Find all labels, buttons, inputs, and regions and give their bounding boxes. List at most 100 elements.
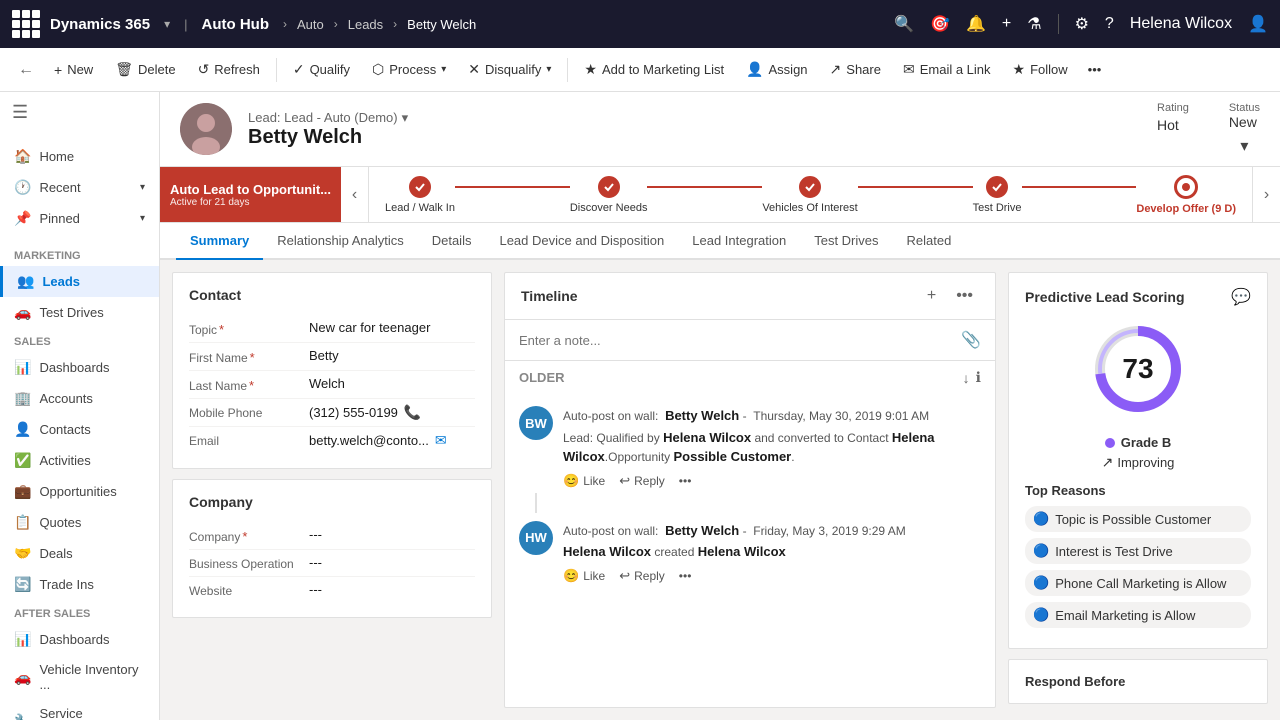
tab-lead-device[interactable]: Lead Device and Disposition — [485, 223, 678, 260]
sort-desc-button[interactable]: ↓ — [963, 369, 970, 386]
top-nav-icons: 🔍 🎯 🔔 + ⚗ ⚙ ? Helena Wilcox 👤 — [894, 14, 1268, 34]
add-to-marketing-list-button[interactable]: ★ Add to Marketing List — [574, 56, 734, 83]
user-avatar-icon[interactable]: 👤 — [1248, 14, 1268, 34]
tab-related[interactable]: Related — [893, 223, 966, 260]
sidebar-item-test-drives[interactable]: 🚗 Test Drives — [0, 297, 159, 328]
attach-icon[interactable]: 📎 — [961, 330, 981, 350]
help-icon[interactable]: ? — [1105, 15, 1114, 33]
biz-operation-value[interactable]: --- — [309, 555, 475, 570]
qualify-button[interactable]: ✓ Qualify — [283, 56, 360, 83]
advanced-find-icon[interactable]: ⚗ — [1027, 14, 1041, 34]
sidebar-item-dashboards-aftersales[interactable]: 📊 Dashboards — [0, 624, 159, 655]
process-step-2[interactable]: Discover Needs — [570, 176, 648, 214]
record-fields: Rating Hot Status New ▾ — [1157, 102, 1260, 156]
step-5-label: Develop Offer (9 D) — [1136, 203, 1236, 215]
more-commands-button[interactable]: ••• — [1080, 57, 1110, 82]
mobile-call-button[interactable]: 📞 — [404, 404, 421, 421]
new-button[interactable]: + New — [44, 57, 103, 83]
mobile-number[interactable]: (312) 555-0199 — [309, 405, 398, 420]
sidebar-item-vehicle-inventory[interactable]: 🚗 Vehicle Inventory ... — [0, 655, 159, 699]
user-profile[interactable]: Helena Wilcox — [1130, 15, 1232, 33]
timeline-add-button[interactable]: + — [921, 285, 942, 307]
website-value[interactable]: --- — [309, 582, 475, 597]
process-step-3[interactable]: Vehicles Of Interest — [762, 176, 857, 214]
lastname-value[interactable]: Welch — [309, 376, 475, 391]
new-record-icon[interactable]: + — [1002, 15, 1011, 33]
timeline-note-input[interactable] — [519, 333, 953, 348]
firstname-value[interactable]: Betty — [309, 348, 475, 363]
entry-2-author: Betty Welch — [665, 523, 739, 538]
follow-button[interactable]: ★ Follow — [1003, 56, 1078, 83]
process-prev-button[interactable]: ‹ — [341, 167, 369, 222]
entry-2-more-button[interactable]: ••• — [679, 569, 692, 583]
step-3-label: Vehicles Of Interest — [762, 202, 857, 214]
sidebar-quotes-label: Quotes — [39, 515, 81, 530]
rating-label: Rating — [1157, 102, 1189, 114]
sidebar-item-pinned[interactable]: 📌 Pinned ▾ — [0, 203, 159, 234]
delete-button[interactable]: 🗑 Delete — [105, 56, 185, 83]
tab-test-drives[interactable]: Test Drives — [800, 223, 892, 260]
sidebar-item-recent[interactable]: 🕐 Recent ▾ — [0, 172, 159, 203]
assign-button[interactable]: 👤 Assign — [736, 56, 817, 83]
entry-1-like-button[interactable]: 😊 Like — [563, 473, 605, 489]
process-step-4[interactable]: Test Drive — [973, 176, 1022, 214]
history-button[interactable]: ← — [10, 54, 42, 86]
entry-1-more-button[interactable]: ••• — [679, 474, 692, 488]
tab-summary[interactable]: Summary — [176, 223, 263, 260]
sidebar-item-quotes[interactable]: 📋 Quotes — [0, 507, 159, 538]
breadcrumb-auto[interactable]: Auto — [297, 17, 324, 32]
tab-lead-integration[interactable]: Lead Integration — [678, 223, 800, 260]
topic-value[interactable]: New car for teenager — [309, 320, 475, 335]
app-title[interactable]: Dynamics 365 — [50, 16, 150, 33]
process-button[interactable]: ⬡ Process ▾ — [362, 56, 456, 83]
score-number: 73 — [1122, 353, 1153, 385]
refresh-button[interactable]: ↺ Refresh — [188, 56, 270, 83]
like-icon-2: 😊 — [563, 568, 579, 584]
filter-button[interactable]: ℹ — [976, 369, 981, 386]
search-icon[interactable]: 🔍 — [894, 14, 914, 34]
company-name-value[interactable]: --- — [309, 527, 475, 542]
sidebar-collapse-button[interactable]: ☰ — [0, 92, 159, 133]
sidebar-item-service-appointments[interactable]: 🔧 Service Appointm... — [0, 699, 159, 720]
sidebar-item-dashboards-sales[interactable]: 📊 Dashboards — [0, 352, 159, 383]
process-next-button[interactable]: › — [1252, 167, 1280, 222]
process-step-1[interactable]: Lead / Walk In — [385, 176, 455, 214]
timeline-more-button[interactable]: ••• — [950, 285, 979, 307]
settings-icon[interactable]: ⚙ — [1075, 14, 1089, 34]
deals-icon: 🤝 — [14, 545, 31, 562]
sidebar-item-activities[interactable]: ✅ Activities — [0, 445, 159, 476]
sidebar-item-accounts[interactable]: 🏢 Accounts — [0, 383, 159, 414]
email-text[interactable]: betty.welch@conto... — [309, 433, 429, 448]
entry-2-like-button[interactable]: 😊 Like — [563, 568, 605, 584]
sidebar-item-opportunities[interactable]: 💼 Opportunities — [0, 476, 159, 507]
tab-relationship-analytics[interactable]: Relationship Analytics — [263, 223, 417, 260]
email-a-link-button[interactable]: ✉ Email a Link — [893, 56, 1001, 83]
reason-4-text: Email Marketing is Allow — [1055, 608, 1195, 623]
sidebar-item-leads[interactable]: 👥 Leads — [0, 266, 159, 297]
tab-details[interactable]: Details — [418, 223, 486, 260]
breadcrumb-sep-1: › — [283, 17, 287, 31]
disqualify-button[interactable]: ✕ Disqualify ▾ — [458, 56, 561, 83]
sidebar-item-trade-ins[interactable]: 🔄 Trade Ins — [0, 569, 159, 600]
sidebar-item-home[interactable]: 🏠 Home — [0, 141, 159, 172]
main-layout: ☰ 🏠 Home 🕐 Recent ▾ 📌 Pinned ▾ Marketing… — [0, 92, 1280, 720]
email-compose-button[interactable]: ✉ — [435, 432, 447, 449]
timeline-section-actions: ↓ ℹ — [963, 369, 981, 386]
breadcrumb-leads[interactable]: Leads — [348, 17, 383, 32]
activity-icon[interactable]: 🎯 — [930, 14, 950, 34]
notifications-icon[interactable]: 🔔 — [966, 14, 986, 34]
waffle-menu[interactable] — [12, 10, 40, 38]
older-label: OLDER — [519, 370, 565, 385]
status-chevron[interactable]: ▾ — [1240, 136, 1248, 156]
record-type[interactable]: Lead: Lead - Auto (Demo) ▾ — [248, 110, 1141, 126]
after-sales-group-label: After Sales — [0, 600, 159, 624]
sidebar-item-contacts[interactable]: 👤 Contacts — [0, 414, 159, 445]
hub-name[interactable]: Auto Hub — [202, 16, 269, 33]
sales-group-label: Sales — [0, 328, 159, 352]
sidebar-item-deals[interactable]: 🤝 Deals — [0, 538, 159, 569]
process-step-5[interactable]: Develop Offer (9 D) — [1136, 175, 1236, 215]
entry-1-reply-button[interactable]: ↩ Reply — [619, 473, 665, 489]
entry-2-reply-button[interactable]: ↩ Reply — [619, 568, 665, 584]
share-button[interactable]: ↗ Share — [820, 56, 891, 83]
score-chat-icon[interactable]: 💬 — [1231, 287, 1251, 307]
